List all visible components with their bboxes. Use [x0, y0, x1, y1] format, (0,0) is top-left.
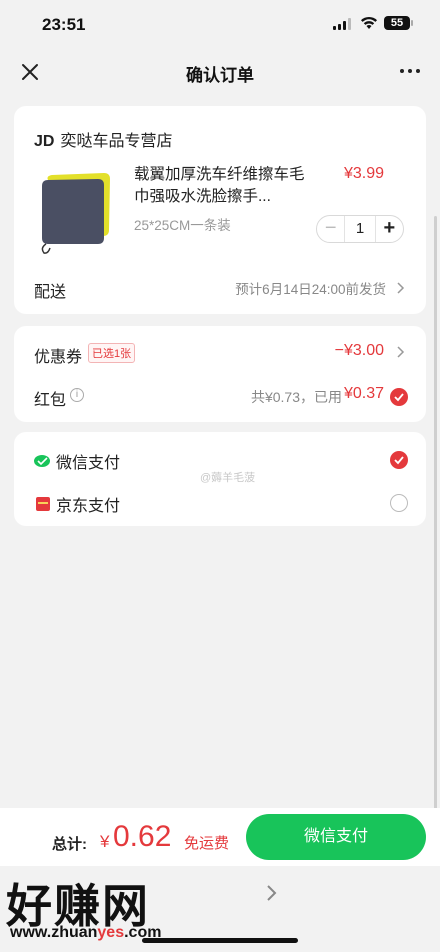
status-time: 23:51	[42, 15, 86, 34]
page-title: 确认订单	[186, 66, 254, 85]
product-image[interactable]	[34, 170, 112, 254]
chevron-right-icon[interactable]	[396, 345, 406, 359]
total-label: 总计:	[52, 836, 87, 853]
chevron-right-icon[interactable]	[396, 281, 406, 295]
wechat-pay-button[interactable]: 微信支付	[246, 814, 426, 860]
shop-title: 奕哒车品专营店	[60, 133, 173, 150]
red-packet-checkbox[interactable]	[390, 388, 408, 406]
jd-brand-label: JD	[34, 133, 55, 150]
payment-methods-card: 微信支付 @薅羊毛菠 京东支付	[14, 432, 426, 526]
home-indicator[interactable]	[142, 938, 298, 943]
more-options-icon[interactable]	[400, 69, 420, 73]
total-amount: 0.62	[113, 820, 172, 853]
shop-card: JD 奕哒车品专营店 载翼加厚洗车纤维擦车毛巾强吸水洗脸擦手... 25*25CM…	[14, 106, 426, 314]
chevron-right-icon	[267, 885, 277, 901]
checkout-bar: 总计: ¥ 0.62 免运费 微信支付	[0, 808, 440, 866]
site-url: www.zhuanyes.com	[10, 924, 162, 941]
image-watermark: @薅羊毛菠	[200, 472, 256, 484]
product-title[interactable]: 载翼加厚洗车纤维擦车毛巾强吸水洗脸擦手...	[134, 164, 310, 208]
product-spec[interactable]: 25*25CM一条装	[134, 214, 231, 234]
payment-option-wechat[interactable]: 微信支付	[34, 449, 120, 473]
wechat-pay-radio[interactable]	[390, 451, 408, 469]
battery-tip	[411, 20, 413, 26]
cellular-signal-icon	[333, 18, 351, 30]
wifi-icon	[361, 16, 377, 29]
quantity-stepper: − 1 +	[316, 215, 404, 243]
red-packet-label: 红包	[34, 392, 67, 409]
battery-icon: 55	[384, 16, 410, 30]
quantity-value[interactable]: 1	[344, 216, 376, 242]
payment-label: 京东支付	[56, 498, 121, 515]
delivery-value[interactable]: 预计6月14日24:00前发货	[235, 278, 386, 298]
nav-bar: 确认订单	[0, 50, 440, 94]
jd-pay-radio[interactable]	[390, 494, 408, 512]
product-price: ¥3.99	[343, 165, 384, 182]
total-currency: ¥	[100, 832, 110, 851]
coupon-value[interactable]: −¥3.00	[335, 342, 384, 360]
coupon-badge: 已选1张	[88, 343, 136, 363]
wechat-pay-icon	[34, 455, 50, 467]
payment-option-jd[interactable]: 京东支付	[34, 492, 120, 516]
free-shipping-label: 免运费	[184, 835, 230, 852]
red-packet-used: ¥0.37	[343, 385, 384, 402]
increase-quantity-button[interactable]: +	[376, 216, 403, 242]
info-icon[interactable]: i	[70, 388, 84, 402]
decrease-quantity-button[interactable]: −	[317, 216, 344, 242]
scrollbar[interactable]	[434, 216, 437, 836]
jd-pay-icon	[36, 497, 50, 511]
red-packet-total: 共¥0.73，已用	[250, 389, 342, 405]
coupon-label[interactable]: 优惠券	[34, 343, 82, 367]
delivery-label: 配送	[34, 284, 67, 301]
status-bar: 23:51 55	[0, 0, 440, 50]
discount-card: 优惠券 已选1张 −¥3.00 红包 i 共¥0.73，已用 ¥0.37	[14, 326, 426, 422]
shop-name[interactable]: JD 奕哒车品专营店	[34, 127, 172, 151]
payment-label: 微信支付	[56, 455, 121, 472]
